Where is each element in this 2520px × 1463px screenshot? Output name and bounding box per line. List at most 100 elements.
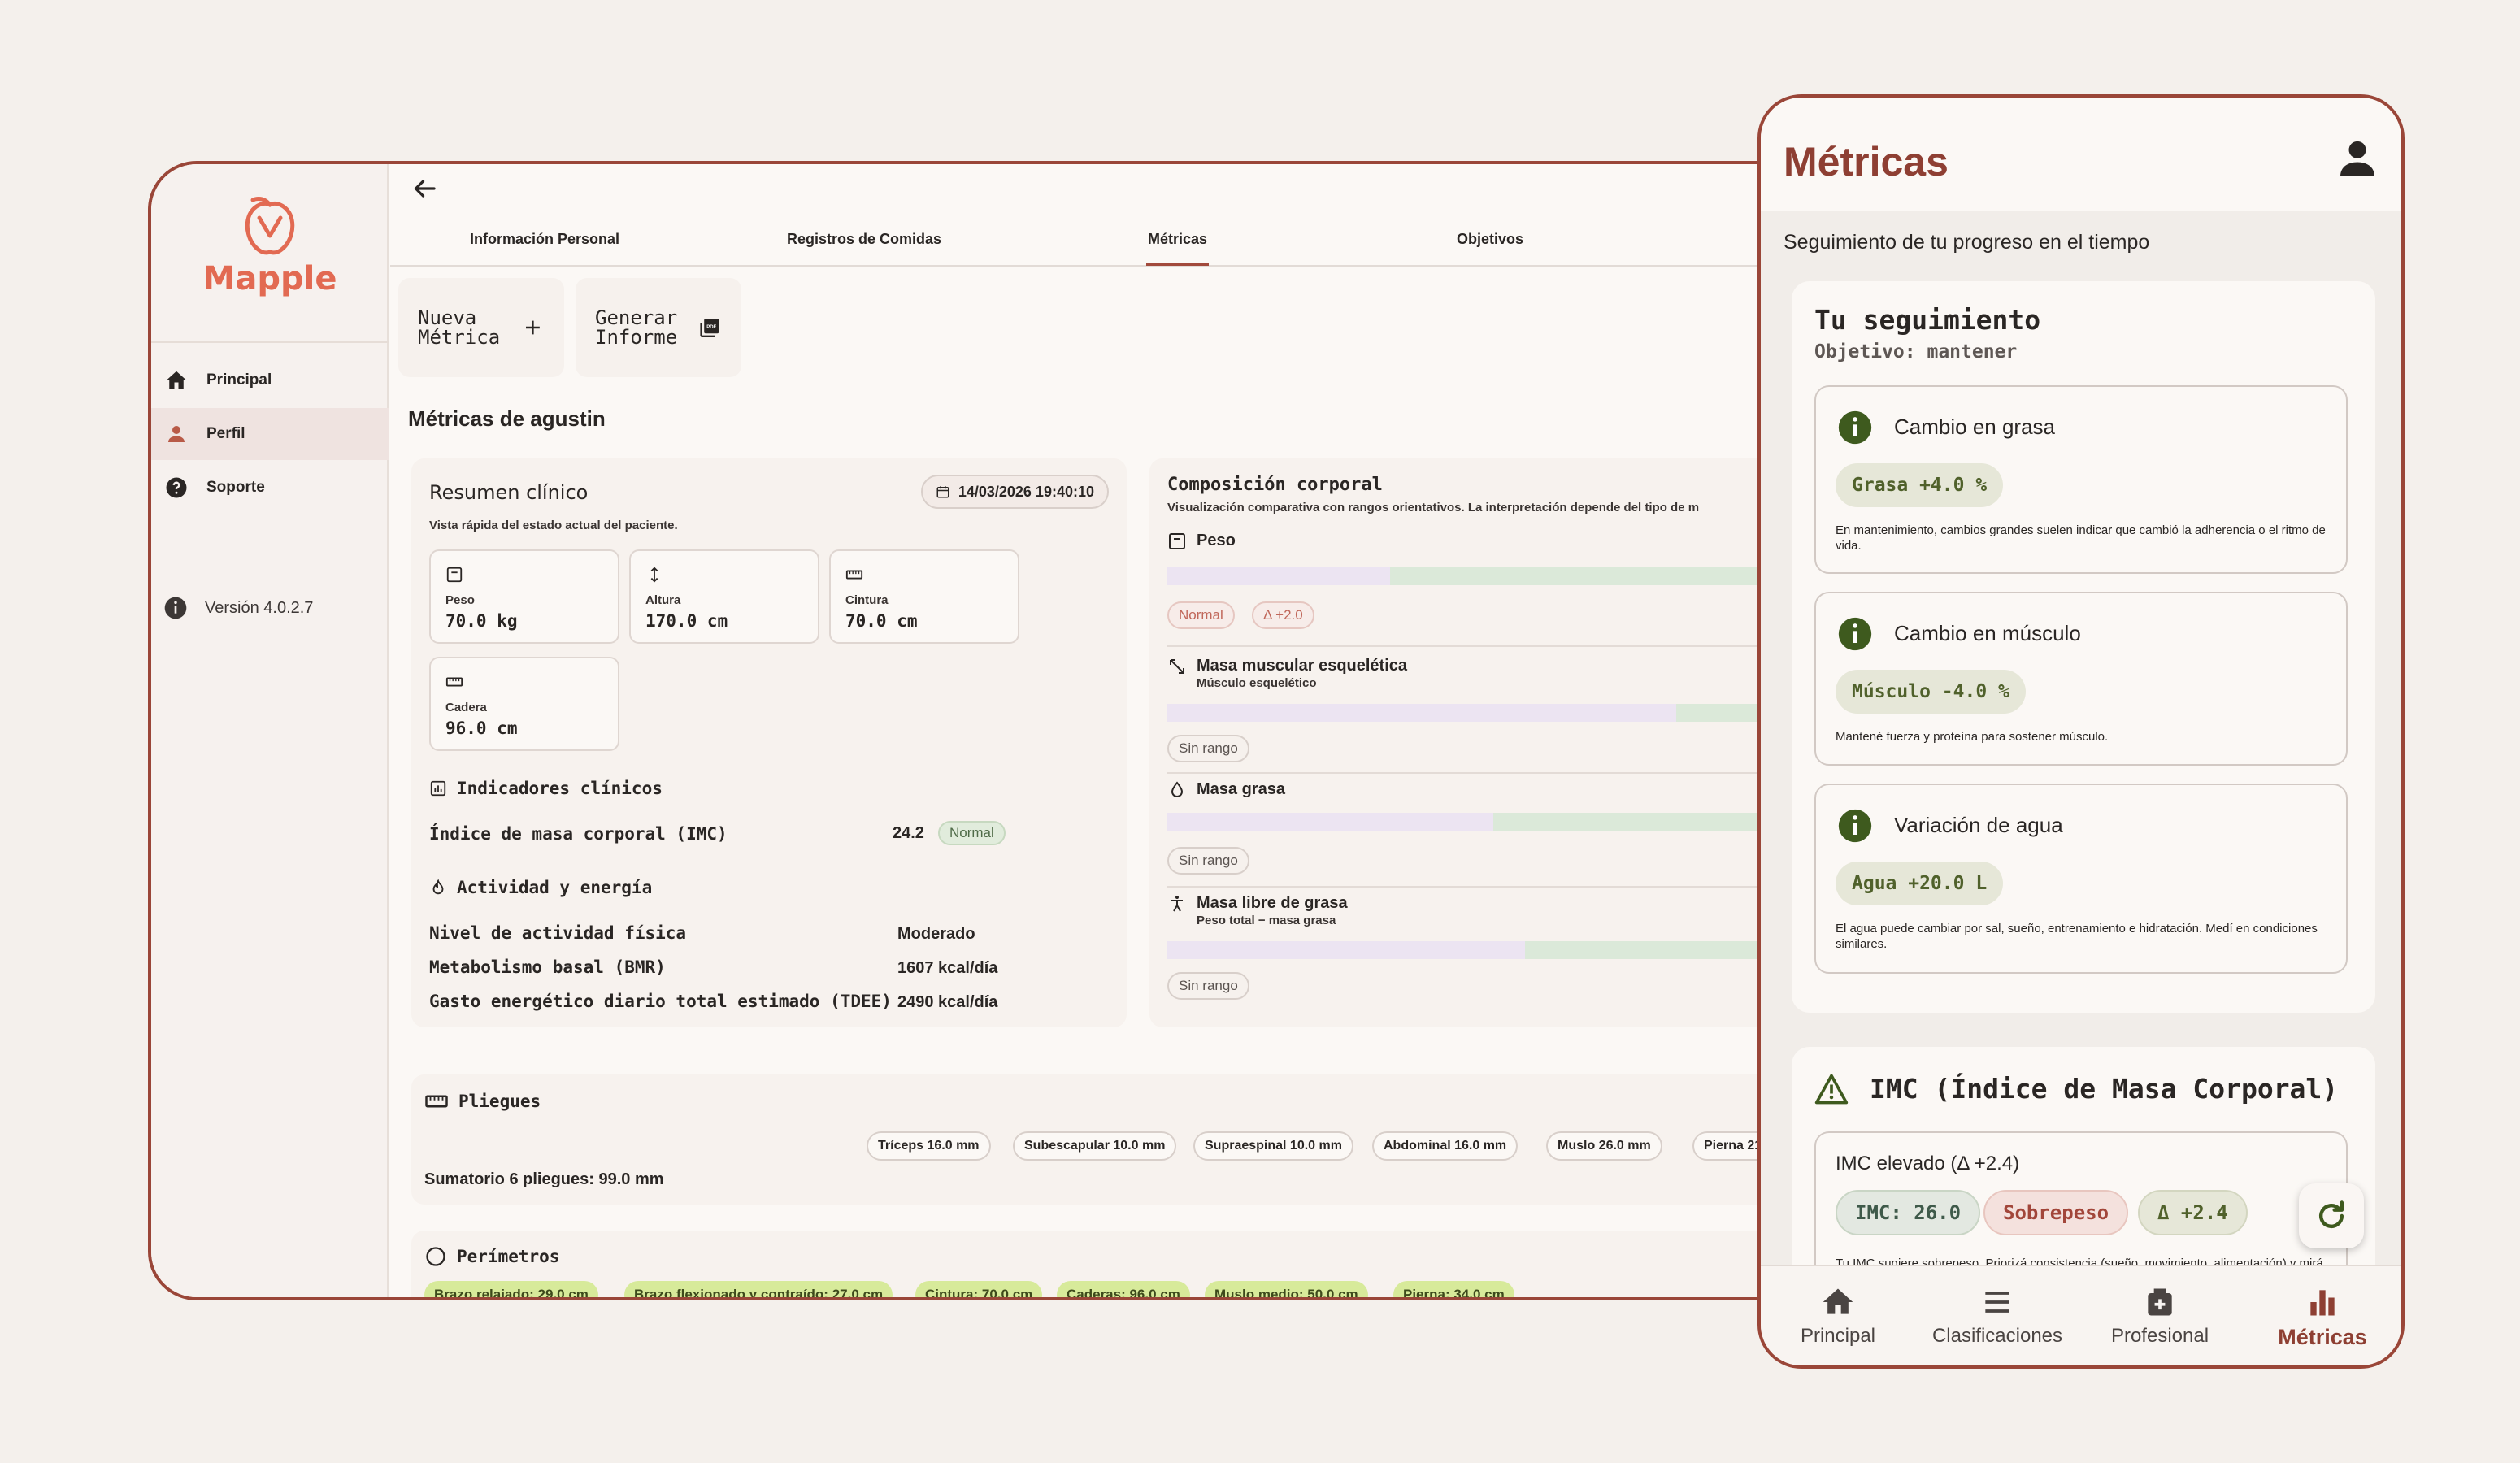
card-subtitle: Vista rápida del estado actual del pacie… — [429, 519, 678, 532]
sidebar-item-perfil[interactable]: Perfil — [151, 408, 389, 460]
info-icon — [1838, 410, 1872, 445]
skinfold-sum-label: Sumatorio 6 pliegues: — [424, 1170, 594, 1188]
perimeter-chip: Muslo medio: 50.0 cm — [1205, 1281, 1368, 1297]
plus-icon — [526, 320, 540, 335]
tablet-mockup: Mapple Principal Perfil Soporte Versión … — [148, 161, 1953, 1300]
tab-metricas[interactable]: Métricas — [1145, 231, 1210, 266]
user-icon[interactable] — [2335, 137, 2380, 182]
help-icon — [166, 477, 187, 498]
bottom-nav: Principal Clasificaciones Profesional Mé… — [1761, 1265, 2401, 1365]
bottom-nav-clasificaciones[interactable]: Clasificaciones — [1920, 1284, 2075, 1348]
perimeters-card: Perímetros Brazo relajado: 29.0 cm Brazo… — [411, 1231, 1949, 1297]
skinfold-chip: Supraespinal 10.0 mm — [1193, 1131, 1353, 1161]
skinfolds-card: Pliegues Tríceps 16.0 mm Subescapular 10… — [411, 1074, 1949, 1205]
sidebar-item-principal[interactable]: Principal — [151, 354, 389, 406]
tab-objetivos[interactable]: Objetivos — [1457, 231, 1523, 248]
section-pliegues: Pliegues — [424, 1089, 541, 1114]
imc-value-chip: IMC: 26.0 — [1836, 1190, 1981, 1235]
clinical-summary-card: Resumen clínico 14/03/2026 19:40:10 Vist… — [411, 458, 1127, 1027]
item-description: En mantenimiento, cambios grandes suelen… — [1836, 523, 2326, 553]
row-title: Masa muscular esquelética — [1197, 657, 1408, 675]
status-chip: Sin rango — [1167, 972, 1249, 1000]
page-title: Métricas de agustin — [408, 406, 606, 431]
tab-informacion-personal[interactable]: Información Personal — [470, 231, 619, 248]
nav-label: Clasificaciones — [1931, 1325, 2063, 1347]
sidebar-divider — [151, 341, 389, 343]
button-label: Nueva — [418, 306, 477, 329]
droplet-icon — [1171, 781, 1184, 797]
stat-value: 170.0 cm — [645, 611, 728, 631]
stat-value: 96.0 cm — [445, 718, 518, 738]
activity-value: Moderado — [897, 925, 975, 943]
activity-label: Nivel de actividad física — [429, 923, 687, 943]
stat-label: Altura — [645, 593, 681, 607]
flame-icon — [432, 879, 444, 895]
section-indicadores: Indicadores clínicos — [429, 779, 663, 798]
imc-box-title: IMC elevado (Δ +2.4) — [1836, 1153, 2020, 1174]
calendar-icon — [936, 486, 949, 498]
phone-mockup: Métricas Seguimiento de tu progreso en e… — [1757, 94, 2405, 1369]
bmr-value: 1607 kcal/día — [897, 959, 998, 977]
stat-label: Cintura — [845, 593, 889, 607]
row-title: Peso — [1197, 532, 1236, 549]
card-title: Resumen clínico — [429, 481, 589, 504]
bar-chart-icon — [2310, 1290, 2335, 1316]
bottom-nav-metricas[interactable]: Métricas — [2245, 1284, 2400, 1350]
refresh-icon — [2318, 1200, 2344, 1229]
generate-report-button[interactable]: Generar Informe PDF — [576, 278, 741, 377]
bottom-nav-profesional[interactable]: Profesional — [2083, 1284, 2237, 1348]
sidebar-item-label: Soporte — [206, 479, 265, 496]
section-perimetros: Perímetros — [424, 1245, 559, 1268]
scale-icon — [446, 567, 463, 583]
logo-text: Mapple — [202, 260, 337, 297]
item-title: Variación de agua — [1894, 813, 2063, 837]
goal-label: Objetivo: mantener — [1814, 341, 2018, 362]
perimeter-chip: Cintura: 70.0 cm — [915, 1281, 1043, 1297]
stat-label: Peso — [445, 593, 475, 607]
refresh-button[interactable] — [2299, 1183, 2364, 1248]
list-icon — [1985, 1292, 2009, 1313]
card-subtitle: Visualización comparativa con rangos ori… — [1167, 501, 1700, 514]
new-metric-button[interactable]: Nueva Métrica — [398, 278, 564, 377]
person-icon — [168, 426, 185, 442]
stat-card-cintura: Cintura 70.0 cm — [829, 549, 1019, 644]
stat-value: 70.0 cm — [845, 611, 918, 631]
section-actividad: Actividad y energía — [429, 878, 652, 897]
sidebar-item-soporte[interactable]: Soporte — [151, 462, 389, 514]
info-icon — [164, 597, 187, 619]
nav-label: Métricas — [2278, 1325, 2367, 1349]
button-label: Métrica — [418, 326, 501, 349]
status-chip: Sin rango — [1167, 847, 1249, 875]
item-description: Mantené fuerza y proteína para sostener … — [1836, 730, 2109, 744]
date-label: 14/03/2026 19:40:10 — [958, 483, 1094, 500]
imc-label: Índice de masa corporal (IMC) — [429, 824, 728, 844]
stat-card-altura: Altura 170.0 cm — [629, 549, 819, 644]
pdf-icon: PDF — [700, 319, 719, 338]
button-label: Generar — [595, 306, 678, 329]
skinfold-sum: Sumatorio 6 pliegues: 99.0 mm — [424, 1170, 664, 1189]
row-title: Masa grasa — [1197, 780, 1285, 798]
row-title: Masa libre de grasa — [1197, 894, 1348, 912]
svg-text:PDF: PDF — [706, 325, 716, 330]
delta-chip: Δ +2.0 — [1252, 601, 1314, 629]
skinfold-sum-value: 99.0 mm — [598, 1170, 664, 1188]
main-content: Información Personal Registros de Comida… — [390, 164, 1949, 1297]
item-badge: Músculo -4.0 % — [1836, 670, 2026, 714]
medical-bag-icon — [2148, 1288, 2172, 1316]
version-info: Versión 4.0.2.7 — [163, 595, 313, 621]
arrows-expand-icon — [1170, 659, 1184, 674]
perimeter-chip: Brazo flexionado y contraído: 27.0 cm — [624, 1281, 893, 1297]
skinfold-chip: Subescapular 10.0 mm — [1013, 1131, 1177, 1161]
skinfold-chip: Muslo 26.0 mm — [1546, 1131, 1662, 1161]
figure-icon — [1171, 896, 1183, 912]
item-title: Cambio en músculo — [1894, 621, 2081, 645]
back-arrow-icon[interactable] — [410, 174, 439, 203]
version-label: Versión 4.0.2.7 — [205, 598, 314, 617]
date-chip: 14/03/2026 19:40:10 — [920, 475, 1109, 509]
bottom-nav-principal[interactable]: Principal — [1761, 1284, 1915, 1348]
tracking-item-grasa: Cambio en grasa Grasa +4.0 % En mantenim… — [1814, 385, 2348, 574]
item-badge: Grasa +4.0 % — [1836, 463, 2004, 507]
tracking-card: Tu seguimiento Objetivo: mantener Cambio… — [1792, 281, 2375, 1013]
card-title: IMC (Índice de Masa Corporal) — [1870, 1073, 2339, 1105]
tab-registros-comidas[interactable]: Registros de Comidas — [787, 231, 941, 248]
